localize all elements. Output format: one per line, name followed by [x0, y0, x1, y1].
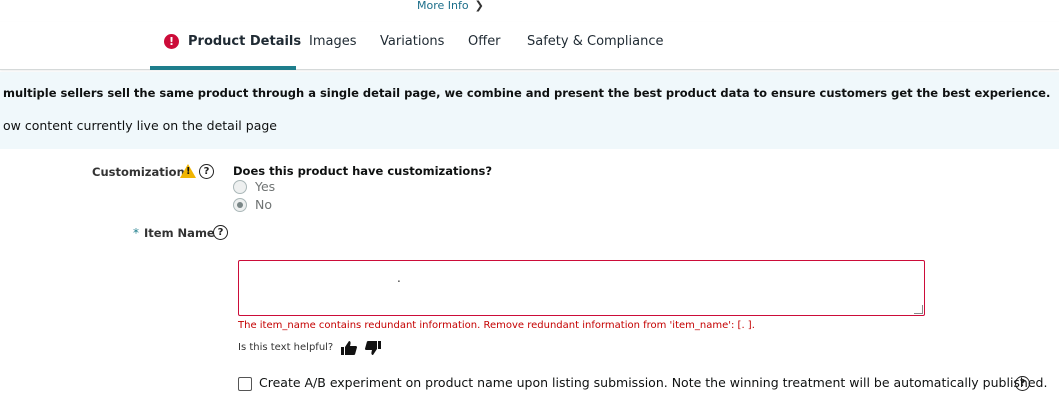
ab-experiment-checkbox[interactable] — [238, 377, 252, 391]
tab-images[interactable]: Images — [309, 34, 357, 49]
item-name-error: The item_name contains redundant informa… — [238, 320, 755, 331]
customizations-question: Does this product have customizations? — [233, 164, 493, 178]
item-name-help-icon[interactable]: ? — [213, 225, 228, 240]
banner-subtext: ow content currently live on the detail … — [3, 118, 277, 133]
helpful-prompt: Is this text helpful? — [238, 342, 334, 353]
resize-handle-icon[interactable] — [914, 305, 923, 314]
radio-yes-label: Yes — [255, 179, 276, 194]
ab-experiment-help-icon[interactable]: ? — [1015, 376, 1030, 391]
tab-offer[interactable]: Offer — [468, 34, 501, 49]
active-tab-indicator — [150, 66, 296, 70]
item-name-field[interactable] — [238, 260, 925, 316]
banner-message: multiple sellers sell the same product t… — [3, 86, 1051, 100]
thumbs-up-icon[interactable] — [340, 340, 358, 356]
more-info-label: More Info — [417, 0, 469, 12]
tab-product-details[interactable]: Product Details — [188, 34, 301, 49]
tab-bar: Product Details Images Variations Offer … — [0, 22, 1059, 70]
radio-yes[interactable] — [233, 180, 247, 194]
info-banner: multiple sellers sell the same product t… — [0, 72, 1059, 149]
tab-safety-compliance[interactable]: Safety & Compliance — [527, 34, 664, 49]
error-alert-icon: ! — [164, 34, 179, 49]
required-marker: * — [133, 226, 139, 240]
radio-no[interactable] — [233, 198, 247, 212]
more-info-link[interactable]: More Info ❯ — [417, 0, 484, 12]
ab-experiment-label: Create A/B experiment on product name up… — [259, 375, 1048, 390]
radio-no-label: No — [255, 197, 272, 212]
thumbs-down-icon[interactable] — [364, 340, 382, 356]
tab-variations[interactable]: Variations — [380, 34, 444, 49]
warning-icon: ! — [180, 164, 196, 178]
chevron-right-icon: ❯ — [474, 0, 484, 12]
item-name-label: Item Name — [144, 226, 215, 240]
customizations-help-icon[interactable]: ? — [199, 164, 214, 179]
customizations-label: Customizations — [92, 165, 192, 179]
